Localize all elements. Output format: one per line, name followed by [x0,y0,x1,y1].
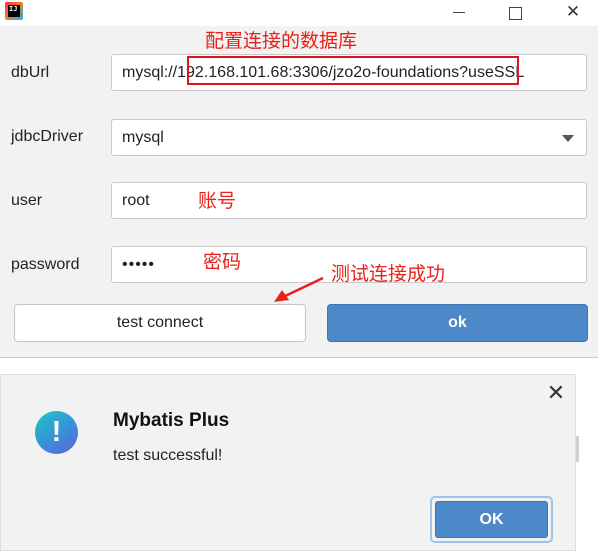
dburl-prefix: mysql:// [122,64,178,81]
intellij-app-icon: IJ [5,2,23,20]
maximize-icon [508,7,522,20]
dburl-label: dbUrl [11,64,50,81]
close-button[interactable]: ✕ [550,0,596,26]
chevron-down-icon [562,135,574,142]
minimize-icon [453,11,465,13]
datasource-dialog: IJ ✕ 配置连接的数据库 dbUrl mysql://192.168.101.… [0,0,598,358]
test-connect-button[interactable]: test connect [14,304,306,342]
password-value: ••••• [122,256,156,273]
popup-close-button[interactable]: ✕ [545,382,567,404]
user-field[interactable]: root [111,182,587,219]
ok-button[interactable]: ok [327,304,588,342]
popup-title: Mybatis Plus [113,410,230,431]
annotation-arrow-icon [274,276,324,302]
minimize-button[interactable] [436,0,482,26]
annotation-test: 测试连接成功 [331,264,446,285]
popup-ok-button[interactable]: OK [435,501,548,538]
jdbc-driver-select[interactable]: mysql [111,119,587,156]
jdbc-driver-value: mysql [122,129,164,146]
jdbc-driver-label: jdbcDriver [11,128,84,145]
maximize-button[interactable] [492,0,538,26]
title-bar: IJ ✕ [0,0,598,26]
message-popup: ✕ ! Mybatis Plus test successful! OK [0,374,576,551]
info-icon: ! [35,411,78,454]
user-value: root [122,192,150,209]
annotation-account: 账号 [198,191,237,212]
url-highlight-box [187,56,519,85]
user-label: user [11,192,43,209]
app-icon-text: IJ [8,5,20,17]
annotation-password: 密码 [203,252,242,273]
password-label: password [11,256,80,273]
popup-message: test successful! [113,447,223,464]
annotation-db: 配置连接的数据库 [205,31,358,52]
popup-edge [576,436,579,462]
